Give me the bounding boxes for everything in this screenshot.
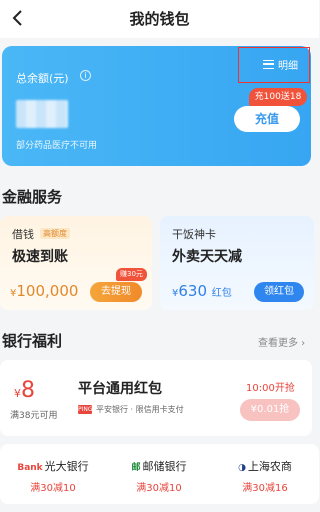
bank-name: 上海农商 <box>247 460 292 473</box>
loan-amount: ¥100,000 <box>10 282 79 300</box>
bank-offer-item[interactable]: ◑ 上海农商 满30减16 <box>212 458 318 494</box>
recharge-button[interactable]: 充值 <box>234 106 300 132</box>
info-icon[interactable]: i <box>80 70 91 81</box>
meal-amount: ¥630 红包 <box>172 282 232 300</box>
wallet-balance-card: 总余额(元) i 明细 充100送18 充值 部分药品医疗不可用 <box>2 46 311 166</box>
bank-offers-row: Bank 光大银行 满30减10 邮邮储银行 满30减10 ◑ 上海农商 满30减1… <box>0 444 319 504</box>
loan-headline: 极速到账 <box>12 249 68 265</box>
detail-button[interactable]: 明细 <box>238 47 310 83</box>
bank-name: 光大银行 <box>44 460 89 473</box>
bank-offer-text: 满30减16 <box>242 483 288 494</box>
everbright-bank-icon: Bank <box>17 463 43 473</box>
meal-card[interactable]: 干饭神卡 外卖天天减 ¥630 红包 领红包 <box>160 216 314 310</box>
view-more-link[interactable]: 查看更多 › <box>258 334 305 349</box>
postal-bank-icon: 邮 <box>131 463 141 473</box>
loan-reward-badge: 赚30元 <box>116 268 147 281</box>
shanghai-rural-bank-icon: ◑ <box>238 463 246 473</box>
grab-coupon-button[interactable]: ¥0.01抢 <box>240 399 300 421</box>
bank-offer-text: 满30减10 <box>136 483 182 494</box>
meal-card-name: 干饭神卡 <box>172 228 216 241</box>
page-title: 我的钱包 <box>129 10 190 28</box>
wallet-note: 部分药品医疗不可用 <box>16 141 98 151</box>
loan-tag: 高额度 <box>40 228 70 239</box>
withdraw-button[interactable]: 去提现 <box>90 282 142 302</box>
coupon-title: 平台通用红包 <box>78 381 162 397</box>
list-icon <box>263 60 274 69</box>
coupon-condition: 满38元可用 <box>10 411 58 421</box>
top-bar: 我的钱包 <box>0 0 319 38</box>
loan-card[interactable]: 借钱 高额度 极速到账 赚30元 ¥100,000 去提现 <box>0 216 152 310</box>
coupon-card[interactable]: ¥8 满38元可用 平台通用红包 PINGAN 平安银行 · 限信用卡支付 10… <box>0 360 312 436</box>
bank-offer-item[interactable]: 邮邮储银行 满30减10 <box>106 458 212 494</box>
balance-label: 总余额(元) <box>16 72 69 85</box>
coupon-start-time: 10:00开抢 <box>246 383 295 394</box>
claim-red-packet-button[interactable]: 领红包 <box>254 282 304 302</box>
hidden-balance-amount <box>16 100 68 128</box>
detail-label: 明细 <box>278 61 298 72</box>
bank-offer-item[interactable]: Bank 光大银行 满30减10 <box>0 458 106 494</box>
finance-section-title: 金融服务 <box>2 188 63 206</box>
pingan-logo-icon: PINGAN <box>78 405 102 414</box>
bank-name: 邮储银行 <box>142 460 187 473</box>
coupon-amount: ¥8 <box>14 378 35 403</box>
loan-name: 借钱 <box>12 228 34 241</box>
meal-headline: 外卖天天减 <box>172 249 242 265</box>
coupon-subtitle: 平安银行 · 限信用卡支付 <box>96 405 184 414</box>
bank-offer-text: 满30减10 <box>30 483 76 494</box>
bank-benefits-title: 银行福利 <box>2 332 63 350</box>
recharge-promo-badge: 充100送18 <box>249 88 307 106</box>
